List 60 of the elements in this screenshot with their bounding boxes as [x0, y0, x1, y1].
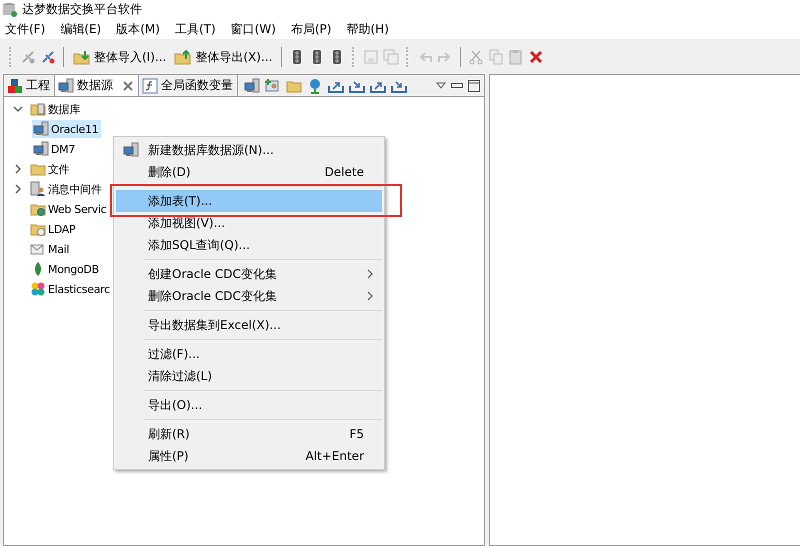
tree-item[interactable]: Mail — [29, 240, 72, 258]
menu-item[interactable]: 添加视图(V)... — [116, 212, 382, 234]
tab-label: 工程 — [26, 77, 50, 94]
minimize-icon[interactable] — [451, 82, 463, 88]
computer-icon — [33, 121, 49, 137]
menu-item[interactable]: 导出(O)... — [116, 394, 382, 416]
menu-item[interactable]: 添加表(T)... — [116, 190, 382, 212]
menu-item[interactable]: 添加SQL查询(Q)... — [116, 234, 382, 256]
computer-icon — [244, 78, 260, 94]
tree-item[interactable]: DM7 — [32, 140, 78, 158]
menu-item[interactable]: 窗口(W) — [228, 20, 282, 38]
tree-item[interactable]: 文件 — [29, 160, 72, 178]
menu-item[interactable]: 帮助(H) — [343, 20, 395, 38]
menu-item[interactable]: 删除(D) Delete — [116, 161, 382, 183]
tree-item[interactable]: Oracle11 — [32, 120, 102, 138]
computer-icon — [58, 78, 74, 94]
function-icon — [142, 78, 158, 94]
tree-item[interactable]: MongoDB — [29, 260, 102, 278]
menu-item[interactable]: 新建数据库数据源(N)... — [116, 139, 382, 161]
shortcut-label: Delete — [324, 165, 365, 179]
menu-item[interactable]: 清除过滤(L) — [116, 365, 382, 387]
database-folder-icon — [30, 101, 46, 117]
menu-item[interactable]: 编辑(E) — [57, 20, 108, 38]
computer-icon — [33, 141, 49, 157]
tree-item[interactable]: LDAP — [29, 220, 78, 238]
tree-item[interactable]: Elasticsearc — [29, 280, 113, 298]
folder-import-icon — [73, 49, 91, 65]
delete-icon[interactable] — [528, 49, 544, 65]
plug-icon[interactable] — [40, 49, 56, 65]
close-icon[interactable] — [122, 80, 134, 92]
tab-label: 全局函数变量 — [161, 77, 233, 94]
shortcut-label: F5 — [349, 427, 365, 441]
panel-tab[interactable]: 数据源 — [55, 75, 139, 96]
menu-item[interactable]: 导出数据集到Excel(X)... — [116, 314, 382, 336]
menu-item[interactable]: 属性(P) Alt+Enter — [116, 445, 382, 467]
menu-item[interactable]: 版本(M) — [113, 20, 166, 38]
shortcut-label: Alt+Enter — [305, 449, 365, 463]
add-user-icon[interactable] — [265, 78, 281, 94]
blocks-icon — [7, 78, 23, 94]
menu-item[interactable]: 创建Oracle CDC变化集 — [116, 263, 382, 285]
menu-item[interactable]: 刷新(R) F5 — [116, 423, 382, 445]
elasticsearch-icon — [30, 281, 46, 297]
menu-item[interactable]: 删除Oracle CDC变化集 — [116, 285, 382, 307]
app-icon — [2, 2, 18, 18]
folder-export-icon — [174, 49, 192, 65]
window-title: 达梦数据交换平台软件 — [22, 1, 142, 18]
menu-item[interactable]: 工具(T) — [172, 20, 222, 38]
tree-item[interactable]: Web Servic — [29, 200, 110, 218]
export-button[interactable]: 整体导出(X)... — [172, 46, 274, 68]
dropdown-icon[interactable] — [436, 82, 446, 90]
maximize-icon[interactable] — [468, 80, 480, 92]
tree-item[interactable]: 消息中间件 — [29, 180, 105, 198]
menu-item[interactable]: 文件(F) — [2, 20, 52, 38]
globe-icon[interactable] — [307, 78, 323, 94]
menu-item[interactable]: 过滤(F)... — [116, 343, 382, 365]
tab-label: 数据源 — [77, 77, 113, 94]
server-user-icon — [30, 181, 46, 197]
menu-item[interactable]: 布局(P) — [288, 20, 338, 38]
tree-item[interactable]: 数据库 — [29, 100, 84, 118]
import-button[interactable]: 整体导入(I)... — [71, 46, 168, 68]
